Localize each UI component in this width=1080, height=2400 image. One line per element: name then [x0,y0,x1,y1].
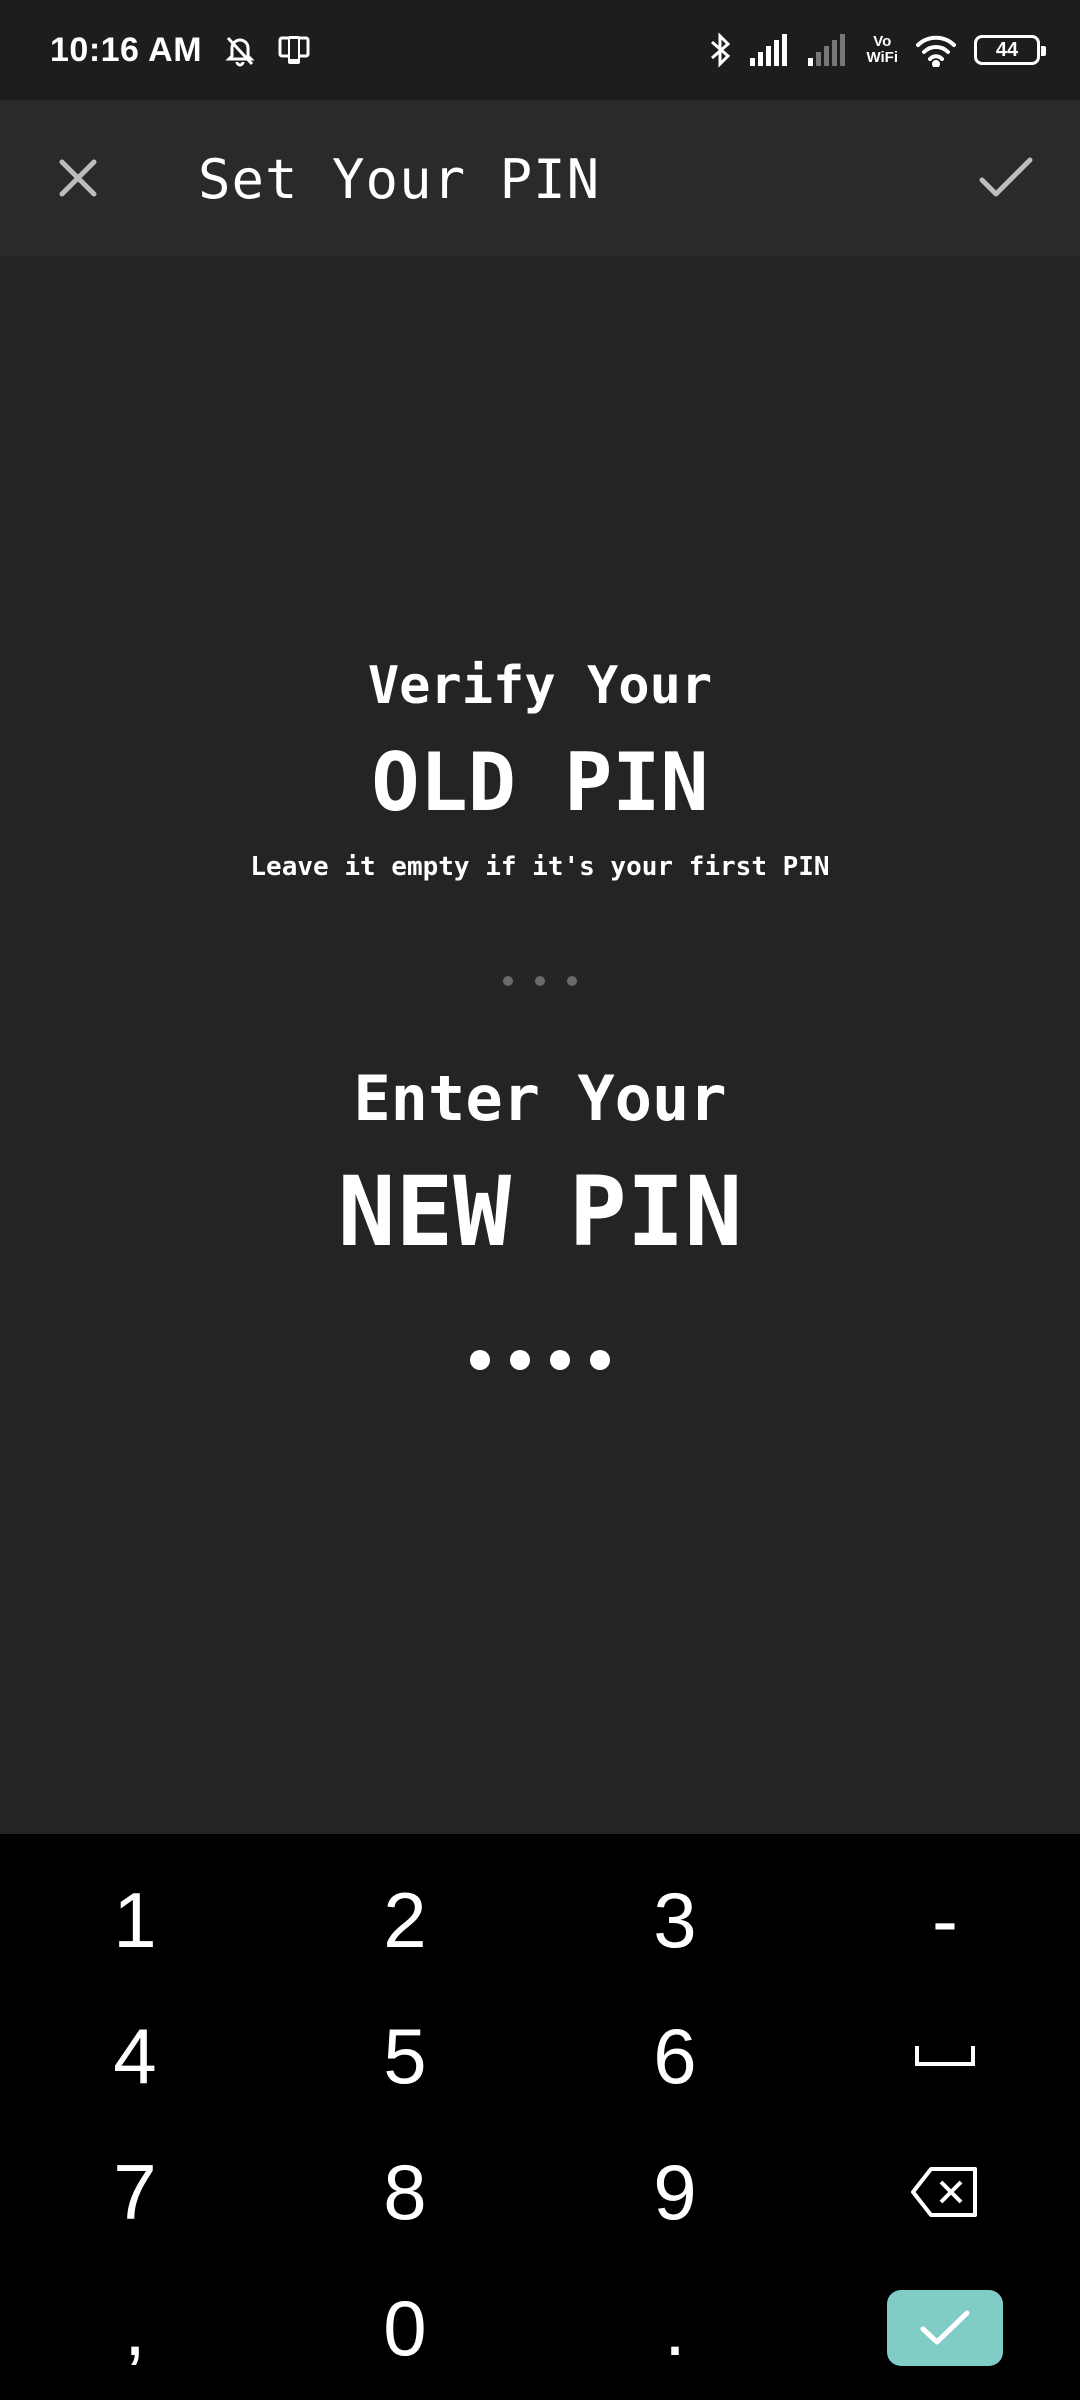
new-pin-field[interactable] [0,1350,1080,1370]
done-key[interactable] [810,2260,1080,2396]
bluetooth-icon [706,32,734,68]
signal-weak-icon [808,34,850,66]
status-time: 10:16 AM [50,30,203,69]
new-pin-entered-dot [590,1350,610,1370]
key-3[interactable]: 3 [540,1852,810,1988]
old-pin-heading: Verify Your [367,656,713,716]
status-left-icons [222,32,312,68]
wifi-icon [914,33,958,67]
status-bar: 10:16 AM Vo WiFi 44 [0,0,1080,100]
signal-icon [750,34,792,66]
vowifi-indicator: Vo WiFi [866,33,898,66]
app-bar: Set Your PIN [0,100,1080,256]
new-pin-entered-dot [470,1350,490,1370]
key-9[interactable]: 9 [540,2124,810,2260]
check-icon [919,2309,971,2347]
close-button[interactable] [40,140,116,216]
key-minus[interactable]: - [810,1852,1080,1988]
check-icon [978,156,1034,200]
battery-level: 44 [995,38,1019,61]
key-period[interactable]: . [540,2260,810,2396]
battery-icon: 44 [974,35,1046,65]
key-1[interactable]: 1 [0,1852,270,1988]
key-6[interactable]: 6 [540,1988,810,2124]
key-backspace[interactable] [810,2124,1080,2260]
key-7[interactable]: 7 [0,2124,270,2260]
old-pin-placeholder-dot [503,976,513,986]
page-title: Set Your PIN [198,148,601,211]
numeric-keypad: 1 2 3 - 4 5 6 7 8 9 , 0 . [0,1834,1080,2400]
key-space[interactable] [810,1988,1080,2124]
key-2[interactable]: 2 [270,1852,540,1988]
key-5[interactable]: 5 [270,1988,540,2124]
old-pin-placeholder-dot [567,976,577,986]
old-pin-placeholder-dot [535,976,545,986]
status-right-icons: Vo WiFi 44 [706,32,1046,68]
close-icon [56,156,100,200]
done-button [887,2290,1003,2366]
key-8[interactable]: 8 [270,2124,540,2260]
key-4[interactable]: 4 [0,1988,270,2124]
old-pin-hint: Leave it empty if it's your first PIN [250,852,830,882]
key-comma[interactable]: , [0,2260,270,2396]
new-pin-title: NEW PIN [337,1156,743,1268]
mute-icon [222,32,258,68]
backspace-icon [909,2165,981,2219]
space-icon [914,2044,976,2068]
new-pin-entered-dot [550,1350,570,1370]
new-pin-entered-dot [510,1350,530,1370]
old-pin-title: OLD PIN [371,736,709,829]
key-0[interactable]: 0 [270,2260,540,2396]
new-pin-heading: Enter Your [353,1062,727,1135]
confirm-button[interactable] [968,140,1044,216]
pin-content: Verify Your OLD PIN Leave it empty if it… [0,256,1080,1834]
old-pin-field[interactable] [0,976,1080,986]
device-icon [276,32,312,68]
